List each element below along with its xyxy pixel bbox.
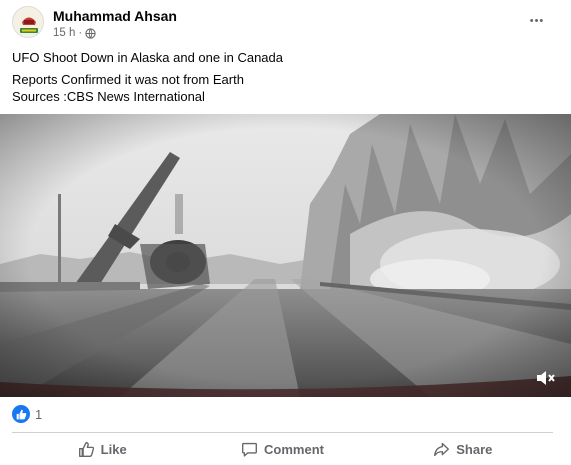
like-reaction-icon xyxy=(12,405,30,423)
globe-icon xyxy=(85,27,96,39)
video-player[interactable] xyxy=(0,114,571,397)
video-frame xyxy=(0,114,571,397)
comment-label: Comment xyxy=(264,441,324,457)
post-meta: 15 h · xyxy=(53,27,96,39)
profile-logo-icon xyxy=(13,7,43,37)
thumbs-up-icon xyxy=(78,441,94,457)
author-name[interactable]: Muhammad Ahsan xyxy=(53,8,177,24)
like-label: Like xyxy=(100,441,127,457)
author-avatar[interactable] xyxy=(12,6,44,38)
reaction-count: 1 xyxy=(35,406,43,422)
actions-divider xyxy=(12,432,553,433)
post-text-line-1: UFO Shoot Down in Alaska and one in Cana… xyxy=(12,50,284,65)
share-label: Share xyxy=(456,441,493,457)
share-button[interactable]: Share xyxy=(373,436,553,462)
like-button[interactable]: Like xyxy=(12,436,192,462)
post-text-line-2: Reports Confirmed it was not from Earth xyxy=(12,72,244,87)
post-actions-bar: Like Comment Share xyxy=(12,436,553,462)
share-arrow-icon xyxy=(434,442,450,456)
post-time[interactable]: 15 h xyxy=(53,27,75,39)
thumbs-up-icon xyxy=(16,409,26,419)
post-text-line-3: Sources :CBS News International xyxy=(12,89,205,104)
comment-bubble-icon xyxy=(242,442,257,457)
speaker-muted-icon[interactable] xyxy=(535,369,557,387)
meta-separator: · xyxy=(78,27,83,39)
reaction-summary[interactable]: 1 xyxy=(12,404,42,424)
more-options-icon: ••• xyxy=(529,15,545,27)
more-options-button[interactable]: ••• xyxy=(524,10,550,32)
comment-button[interactable]: Comment xyxy=(192,436,372,462)
post-header: Muhammad Ahsan 15 h · ••• xyxy=(0,0,571,44)
